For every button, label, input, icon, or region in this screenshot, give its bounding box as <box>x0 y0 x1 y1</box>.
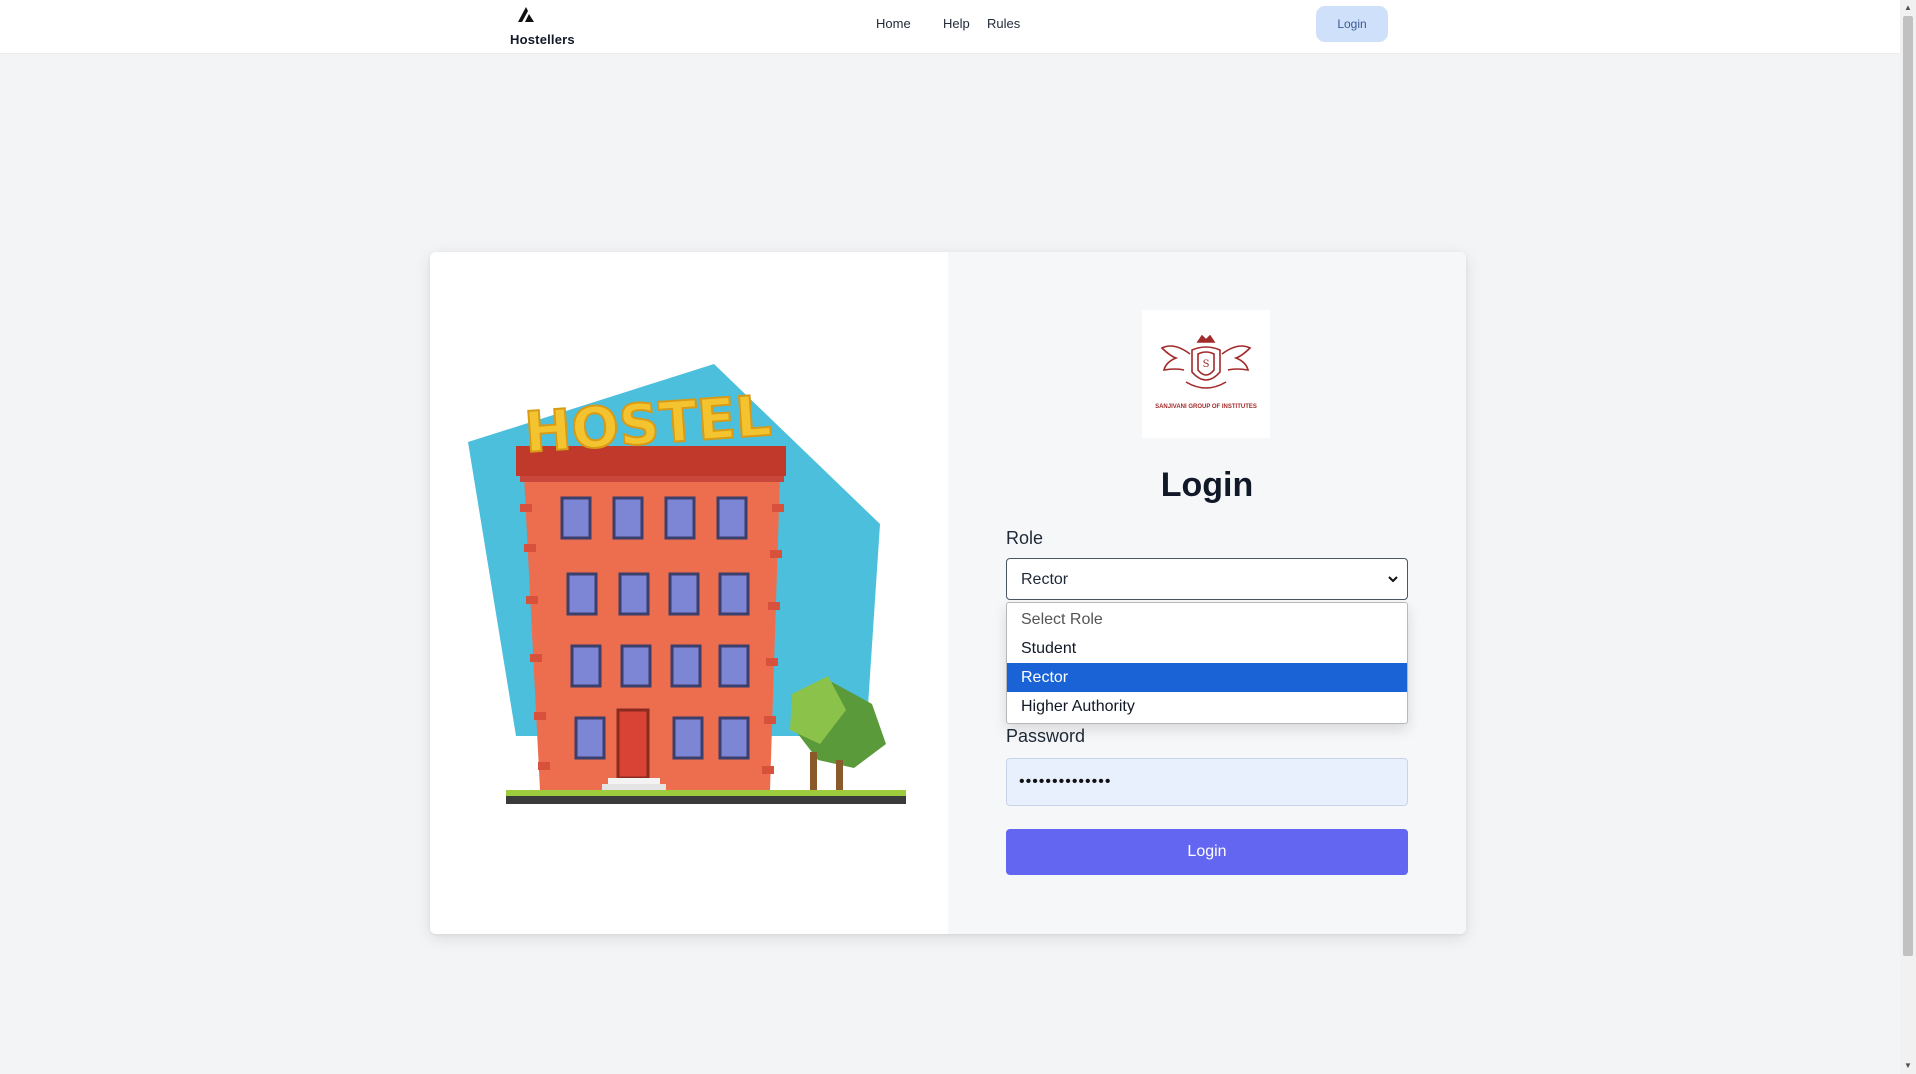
hostel-building-illustration: HOSTEL <box>468 364 906 804</box>
brand-name: Hostellers <box>510 32 575 47</box>
role-select-value: Rector <box>1021 571 1069 588</box>
role-option-rector[interactable]: Rector <box>1007 663 1407 692</box>
institute-logo-caption: SANJIVANI GROUP OF INSTITUTES <box>1155 404 1257 410</box>
illustration-panel: HOSTEL <box>430 252 948 934</box>
chevron-down-icon <box>1388 576 1398 583</box>
role-option-select-role[interactable]: Select Role <box>1007 605 1407 634</box>
password-field[interactable] <box>1006 758 1408 806</box>
nav-link-rules[interactable]: Rules <box>987 16 1020 31</box>
login-card: HOSTEL S SANJIVANI GROUP OF INSTITUTES L… <box>430 252 1466 934</box>
role-dropdown-list: Select Role Student Rector Higher Author… <box>1006 602 1408 724</box>
institute-crest-icon: S <box>1160 334 1252 389</box>
top-navbar: Hostellers Home Help Rules Login <box>0 0 1900 54</box>
brand[interactable]: Hostellers <box>510 4 590 50</box>
role-label: Role <box>1006 528 1044 548</box>
scroll-up-arrow-icon[interactable]: ▲ <box>1900 0 1916 16</box>
institute-logo: S SANJIVANI GROUP OF INSTITUTES <box>1142 310 1270 438</box>
svg-text:S: S <box>1203 359 1210 370</box>
page-scrollbar[interactable]: ▲ ▼ <box>1900 0 1916 1074</box>
nav-link-help[interactable]: Help <box>943 16 970 31</box>
nav-login-button[interactable]: Login <box>1316 6 1388 42</box>
login-form-panel: S SANJIVANI GROUP OF INSTITUTES Login Ro… <box>948 252 1466 934</box>
brand-logo-icon <box>518 7 534 22</box>
nav-link-home[interactable]: Home <box>876 16 911 31</box>
role-option-higher-authority[interactable]: Higher Authority <box>1007 692 1407 721</box>
login-submit-button[interactable]: Login <box>1006 829 1408 875</box>
role-select[interactable]: Rector <box>1006 558 1408 600</box>
password-label: Password <box>1006 726 1086 746</box>
scroll-thumb[interactable] <box>1903 16 1913 956</box>
scroll-down-arrow-icon[interactable]: ▼ <box>1900 1058 1916 1074</box>
role-option-student[interactable]: Student <box>1007 634 1407 663</box>
login-title: Login <box>1160 466 1254 504</box>
